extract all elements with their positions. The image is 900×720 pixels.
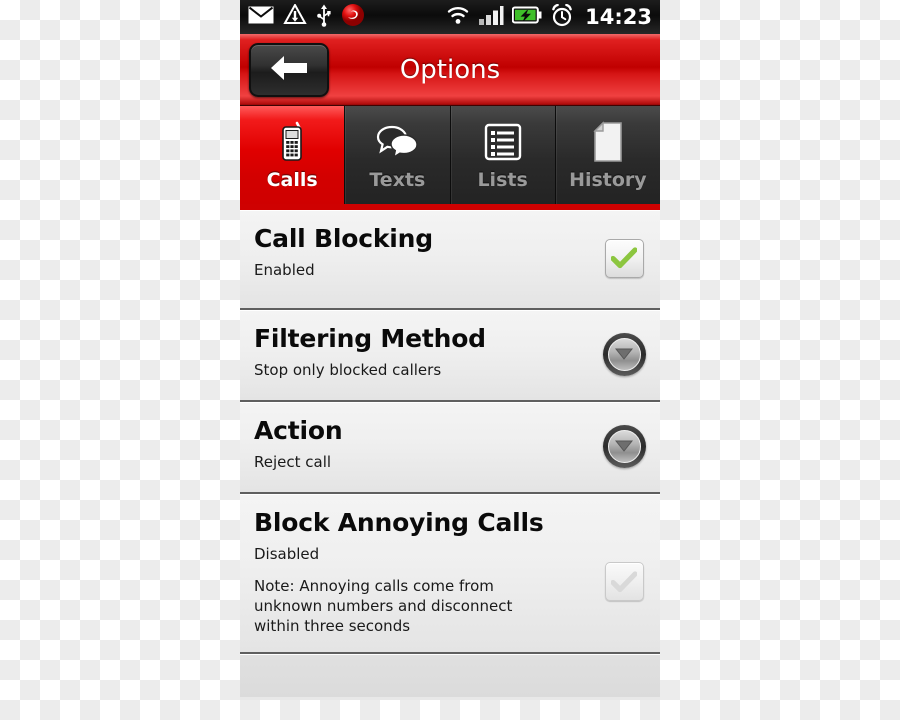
- dropdown-filtering-method[interactable]: [602, 332, 646, 376]
- title-bar: Options: [240, 34, 660, 106]
- row-control: [588, 238, 660, 278]
- tab-label-calls: Calls: [266, 169, 318, 191]
- tab-bar: Calls Texts Lists History: [240, 106, 660, 210]
- setting-subtitle: Enabled: [254, 261, 315, 279]
- wifi-icon: [446, 5, 470, 29]
- status-bar-left-icons: [248, 2, 446, 31]
- checkmark-icon: [611, 570, 637, 592]
- row-text: Action Reject call: [254, 416, 588, 471]
- row-text: Block Annoying Calls Disabled Note: Anno…: [254, 508, 588, 636]
- back-button[interactable]: [249, 43, 329, 97]
- setting-subtitle: Disabled: [254, 545, 320, 563]
- tab-calls[interactable]: Calls: [240, 106, 346, 204]
- setting-row-action[interactable]: Action Reject call: [240, 402, 660, 494]
- sync-upload-icon: [283, 2, 307, 30]
- setting-subtitle: Stop only blocked callers: [254, 361, 442, 379]
- chat-bubbles-icon: [374, 119, 420, 165]
- setting-note: Note: Annoying calls come from unknown n…: [254, 577, 513, 635]
- tab-history[interactable]: History: [555, 106, 660, 204]
- tab-label-texts: Texts: [369, 169, 426, 191]
- alarm-icon: [550, 3, 574, 31]
- list-footer: [240, 654, 660, 698]
- row-text: Filtering Method Stop only blocked calle…: [254, 324, 588, 379]
- setting-title: Action: [254, 416, 343, 445]
- list-icon: [484, 119, 522, 165]
- row-control: [588, 562, 660, 601]
- setting-title: Call Blocking: [254, 224, 433, 253]
- usb-icon: [316, 4, 332, 31]
- mail-icon: [248, 5, 274, 29]
- row-text: Call Blocking Enabled: [254, 224, 588, 279]
- setting-row-call-blocking[interactable]: Call Blocking Enabled: [240, 210, 660, 310]
- app-badge-icon: [341, 3, 365, 31]
- tab-label-lists: Lists: [477, 169, 528, 191]
- row-control: [588, 332, 660, 376]
- chevron-down-icon: [607, 429, 641, 463]
- status-bar-clock: 14:23: [585, 5, 652, 29]
- setting-row-filtering-method[interactable]: Filtering Method Stop only blocked calle…: [240, 310, 660, 402]
- status-bar: 14:23: [240, 0, 660, 34]
- phone-screen: 14:23 Options Calls Texts Lists History …: [240, 0, 660, 700]
- setting-row-block-annoying-calls[interactable]: Block Annoying Calls Disabled Note: Anno…: [240, 494, 660, 655]
- document-icon: [591, 119, 625, 165]
- checkbox-call-blocking[interactable]: [604, 238, 644, 278]
- checkbox-block-annoying-calls[interactable]: [604, 562, 644, 601]
- tab-lists[interactable]: Lists: [450, 106, 556, 204]
- status-bar-right-icons: 14:23: [446, 3, 652, 31]
- signal-icon: [478, 5, 504, 29]
- back-arrow-icon: [269, 53, 309, 87]
- row-control: [588, 424, 660, 468]
- phone-icon: [276, 119, 308, 165]
- setting-title: Block Annoying Calls: [254, 508, 544, 537]
- chevron-down-icon: [607, 337, 641, 371]
- setting-subtitle: Reject call: [254, 453, 332, 471]
- dropdown-action[interactable]: [602, 424, 646, 468]
- checkmark-icon: [611, 247, 637, 269]
- tab-texts[interactable]: Texts: [345, 106, 451, 204]
- setting-title: Filtering Method: [254, 324, 486, 353]
- settings-list: Call Blocking Enabled Filtering Method S…: [240, 210, 660, 698]
- battery-charging-icon: [511, 6, 542, 28]
- tab-label-history: History: [569, 169, 647, 191]
